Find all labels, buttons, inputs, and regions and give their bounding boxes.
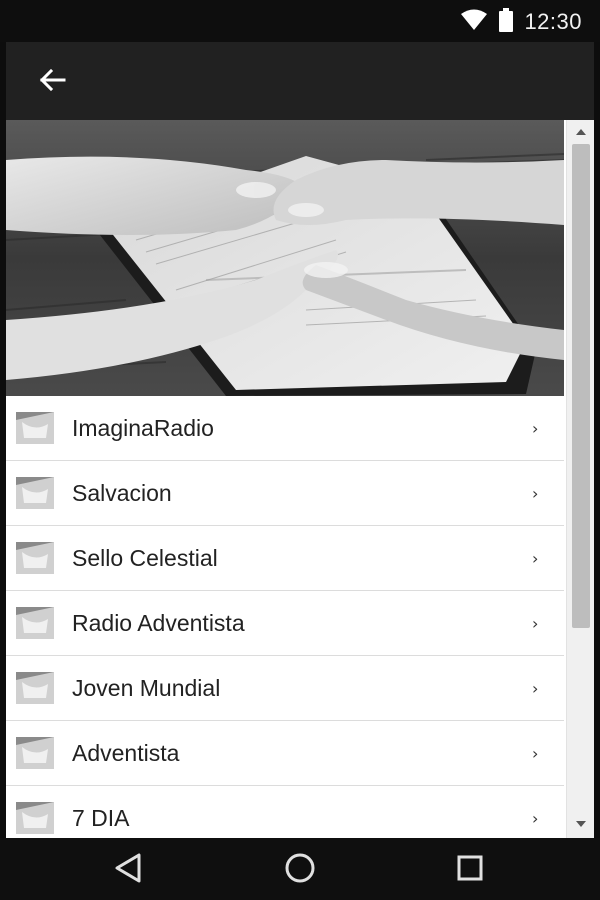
- status-bar: 12:30: [0, 0, 600, 42]
- station-thumbnail-icon: [16, 802, 54, 834]
- chevron-right-icon: ›: [532, 484, 539, 503]
- scrollbar-thumb[interactable]: [572, 144, 590, 628]
- scroll-down-arrow-icon[interactable]: [567, 814, 594, 834]
- station-thumbnail-icon: [16, 607, 54, 639]
- recents-square-icon: [456, 854, 484, 887]
- chevron-right-icon: ›: [532, 614, 539, 633]
- back-button[interactable]: [32, 62, 72, 102]
- home-circle-icon: [284, 852, 316, 889]
- navigation-bar: [0, 838, 600, 900]
- station-label: Adventista: [72, 740, 180, 766]
- station-label: Radio Adventista: [72, 610, 245, 636]
- chevron-right-icon: ›: [532, 419, 539, 438]
- station-thumbnail-icon: [16, 737, 54, 769]
- battery-icon: [498, 7, 514, 37]
- back-triangle-icon: [113, 853, 143, 888]
- station-thumbnail-icon: [16, 412, 54, 444]
- nav-home-button[interactable]: [280, 852, 320, 888]
- station-label: Sello Celestial: [72, 545, 218, 571]
- station-item-imaginaradio[interactable]: ImaginaRadio ›: [6, 396, 564, 461]
- station-label: Salvacion: [72, 480, 172, 506]
- scroll-up-arrow-icon[interactable]: [567, 122, 594, 142]
- station-label: 7 DIA: [72, 805, 130, 831]
- station-label: Joven Mundial: [72, 675, 221, 701]
- wifi-icon: [460, 9, 488, 36]
- station-item-salvacion[interactable]: Salvacion ›: [6, 461, 564, 526]
- station-thumbnail-icon: [16, 542, 54, 574]
- hero-image: [6, 120, 565, 396]
- chevron-right-icon: ›: [532, 679, 539, 698]
- station-list: ImaginaRadio › Salvacion › Sello Celesti…: [6, 396, 564, 838]
- station-item-7-dia[interactable]: 7 DIA ›: [6, 786, 564, 838]
- status-icons: 12:30: [460, 7, 582, 37]
- chevron-right-icon: ›: [532, 809, 539, 828]
- chevron-right-icon: ›: [532, 744, 539, 763]
- station-thumbnail-icon: [16, 672, 54, 704]
- station-item-joven-mundial[interactable]: Joven Mundial ›: [6, 656, 564, 721]
- nav-back-button[interactable]: [108, 852, 148, 888]
- status-time: 12:30: [524, 9, 582, 34]
- station-item-sello-celestial[interactable]: Sello Celestial ›: [6, 526, 564, 591]
- app-bar: [6, 42, 594, 120]
- station-item-adventista[interactable]: Adventista ›: [6, 721, 564, 786]
- content-area: ImaginaRadio › Salvacion › Sello Celesti…: [6, 120, 594, 838]
- chevron-right-icon: ›: [532, 549, 539, 568]
- station-thumbnail-icon: [16, 477, 54, 509]
- nav-recents-button[interactable]: [450, 852, 490, 888]
- scrollbar[interactable]: [566, 120, 594, 838]
- station-item-radio-adventista[interactable]: Radio Adventista ›: [6, 591, 564, 656]
- arrow-back-icon: [38, 68, 66, 97]
- station-label: ImaginaRadio: [72, 415, 214, 441]
- praying-hands-on-bible-photo: [6, 120, 565, 396]
